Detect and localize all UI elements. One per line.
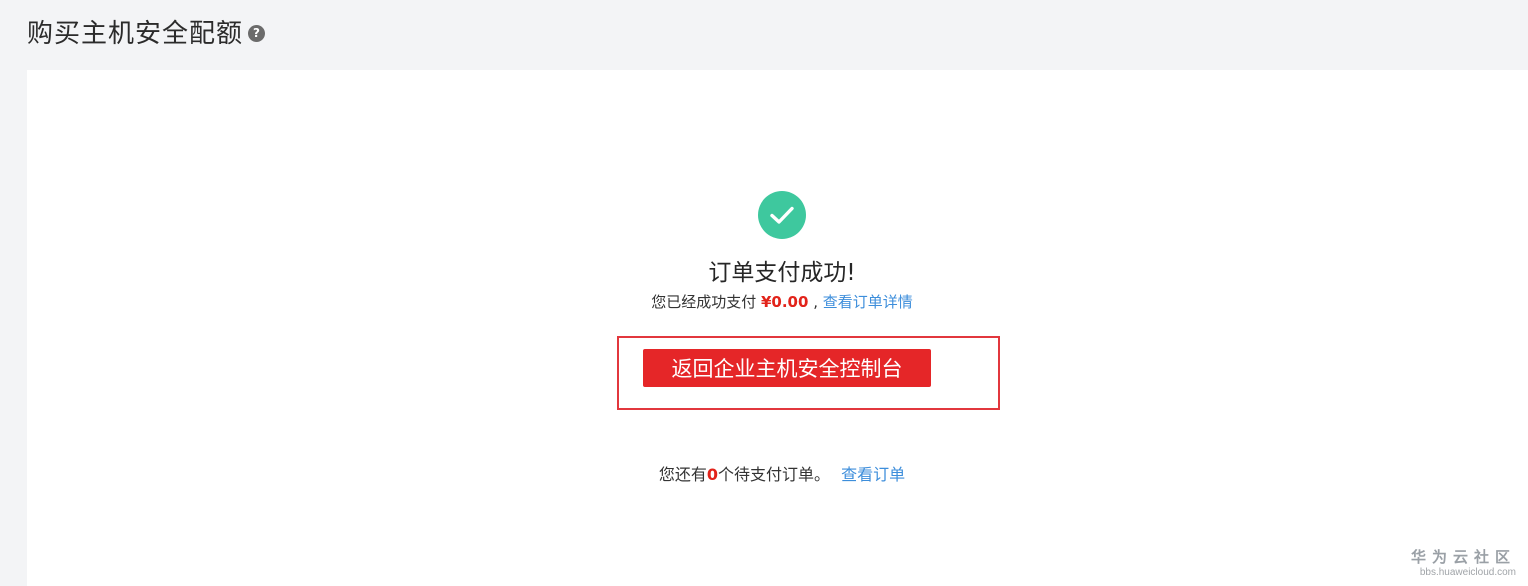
pending-count: 0 xyxy=(706,465,719,484)
paid-prefix: 您已经成功支付 xyxy=(651,293,757,311)
payment-summary: 您已经成功支付 ¥0.00 , 查看订单详情 xyxy=(27,291,1528,312)
page-header: 购买主机安全配额 ? xyxy=(27,10,266,52)
pending-suffix: 个待支付订单。 xyxy=(718,465,831,484)
check-circle-icon xyxy=(758,191,806,239)
pending-prefix: 您还有 xyxy=(658,465,707,484)
view-order-detail-link[interactable]: 查看订单详情 xyxy=(823,293,913,311)
content-card: 订单支付成功! 您已经成功支付 ¥0.00 , 查看订单详情 返回企业主机安全控… xyxy=(27,70,1528,586)
view-orders-link[interactable]: 查看订单 xyxy=(841,465,905,484)
page-title: 购买主机安全配额 xyxy=(27,18,244,49)
watermark-url: bbs.huaweicloud.com xyxy=(1419,567,1516,578)
watermark: 华为云社区 bbs.huaweicloud.com xyxy=(1411,546,1516,578)
paid-amount: ¥0.00 xyxy=(760,293,809,311)
paid-separator: , xyxy=(813,293,818,311)
pending-orders-line: 您还有0个待支付订单。 查看订单 xyxy=(27,461,1528,485)
return-console-button[interactable]: 返回企业主机安全控制台 xyxy=(643,349,931,387)
question-circle-icon[interactable]: ? xyxy=(248,24,266,42)
success-title: 订单支付成功! xyxy=(708,260,856,286)
watermark-title: 华为云社区 xyxy=(1410,548,1516,566)
